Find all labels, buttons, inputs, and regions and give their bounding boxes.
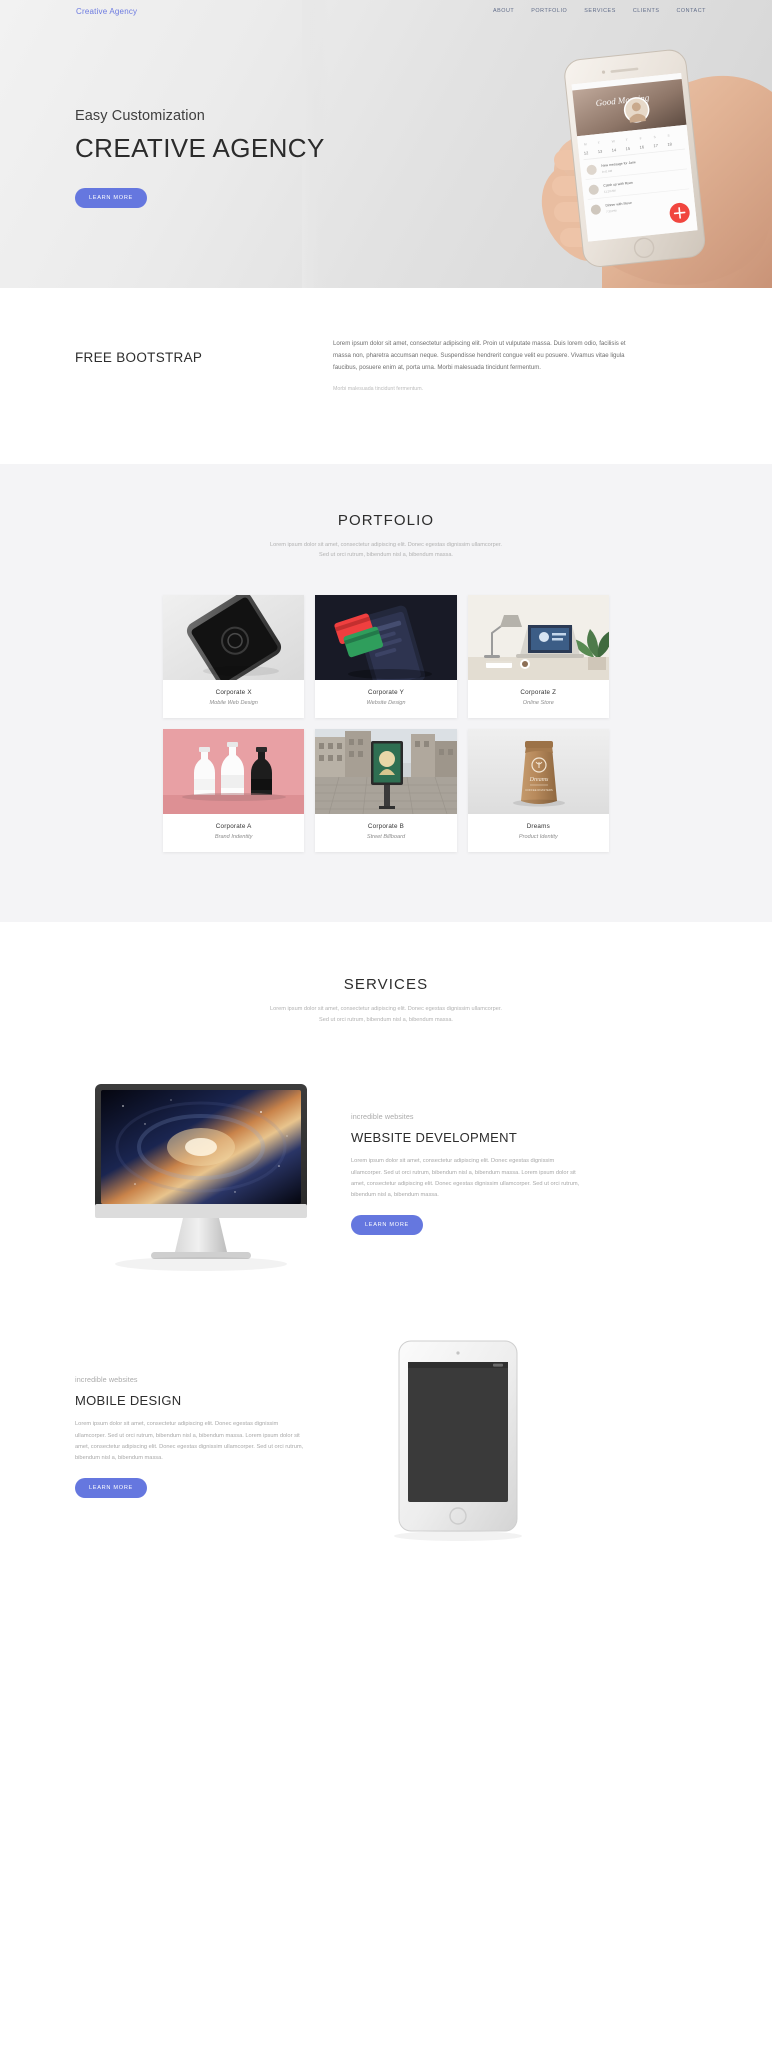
- portfolio-card[interactable]: Corporate Y Website Design: [315, 595, 457, 719]
- portfolio-card[interactable]: Corporate X Mobile Web Design: [163, 595, 305, 719]
- hero-hand-phone-illustration: Good Morning MT WT FS S 12 13 14 15 16 17: [302, 0, 772, 288]
- nav-link-clients[interactable]: CLIENTS: [633, 8, 660, 14]
- portfolio-card-image: [467, 595, 609, 681]
- portfolio-card-image: Dreams COFFEE ROASTERS: [467, 729, 609, 815]
- imac-illustration: [75, 1066, 325, 1281]
- svg-text:Dreams: Dreams: [528, 777, 548, 783]
- service-learn-more-button[interactable]: LEARN MORE: [351, 1214, 423, 1235]
- svg-text:W: W: [612, 139, 615, 143]
- svg-text:S: S: [667, 134, 670, 138]
- portfolio-card-title: Corporate Z: [520, 689, 557, 697]
- brand-logo[interactable]: Creative Agency: [76, 7, 137, 16]
- portfolio-card-image: [163, 595, 305, 681]
- nav-link-portfolio[interactable]: PORTFOLIO: [531, 8, 567, 14]
- svg-text:S: S: [653, 135, 656, 139]
- service-title: WEBSITE DEVELOPMENT: [351, 1130, 518, 1146]
- portfolio-card[interactable]: Corporate B Street Billboard: [315, 729, 457, 853]
- portfolio-section: PORTFOLIO Lorem ipsum dolor sit amet, co…: [0, 463, 772, 923]
- services-header: SERVICES Lorem ipsum dolor sit amet, con…: [0, 976, 772, 1026]
- service-body: Lorem ipsum dolor sit amet, consectetur …: [351, 1158, 580, 1198]
- tablet-illustration: [333, 1329, 583, 1544]
- hero-title: CREATIVE AGENCY: [75, 133, 325, 163]
- portfolio-card[interactable]: Corporate Z Online Store: [467, 595, 609, 719]
- portfolio-card-category: Street Billboard: [366, 834, 406, 841]
- portfolio-card-category: Online Store: [522, 700, 554, 707]
- portfolio-subtitle: Lorem ipsum dolor sit amet, consectetur …: [0, 540, 772, 562]
- portfolio-card-title: Corporate X: [215, 689, 252, 697]
- hero-subtitle: Easy Customization: [75, 108, 205, 124]
- portfolio-card-title: Corporate A: [215, 823, 252, 831]
- portfolio-card-title: Corporate B: [367, 823, 405, 831]
- portfolio-card-image: [163, 729, 305, 815]
- portfolio-card-caption: Dreams Product Identity: [468, 814, 609, 852]
- portfolio-card-image: [315, 729, 457, 815]
- intro-section: FREE BOOTSTRAP Lorem ipsum dolor sit ame…: [0, 288, 772, 464]
- intro-text-column: Lorem ipsum dolor sit amet, consectetur …: [333, 338, 633, 392]
- portfolio-card-caption: Corporate Z Online Store: [468, 680, 609, 718]
- portfolio-card-category: Mobile Web Design: [209, 700, 258, 707]
- portfolio-card-category: Brand Indentity: [214, 834, 253, 841]
- services-subtitle: Lorem ipsum dolor sit amet, consectetur …: [0, 1004, 772, 1026]
- portfolio-card-title: Corporate Y: [367, 689, 405, 697]
- portfolio-card-title: Dreams: [526, 823, 550, 831]
- service-kicker: incredible websites: [75, 1375, 138, 1385]
- service-text-mobile-design: incredible websites MOBILE DESIGN Lorem …: [75, 1375, 307, 1498]
- hero-learn-more-button[interactable]: LEARN MORE: [75, 188, 147, 208]
- portfolio-card-category: Product Identity: [518, 834, 558, 841]
- service-text-website-development: incredible websites WEBSITE DEVELOPMENT …: [351, 1112, 583, 1235]
- portfolio-card-caption: Corporate Y Website Design: [315, 680, 456, 718]
- portfolio-grid: Corporate X Mobile Web Design Corporate …: [163, 595, 609, 853]
- services-subtitle-line2: Sed ut orci rutrum, bibendum nisl a, bib…: [318, 1017, 453, 1024]
- nav-link-contact[interactable]: CONTACT: [676, 8, 706, 14]
- portfolio-card-caption: Corporate B Street Billboard: [315, 814, 456, 852]
- intro-note-text: Morbi malesuada tincidunt fermentum.: [333, 385, 424, 392]
- hero-copy: Easy Customization CREATIVE AGENCY LEARN…: [75, 108, 325, 208]
- portfolio-card[interactable]: Dreams COFFEE ROASTERS Dreams Product Id…: [467, 729, 609, 853]
- svg-text:COFFEE ROASTERS: COFFEE ROASTERS: [525, 788, 553, 792]
- service-title: MOBILE DESIGN: [75, 1393, 182, 1409]
- portfolio-subtitle-line1: Lorem ipsum dolor sit amet, consectetur …: [270, 541, 502, 548]
- services-title: SERVICES: [343, 976, 429, 994]
- portfolio-header: PORTFOLIO Lorem ipsum dolor sit amet, co…: [0, 512, 772, 562]
- portfolio-card-caption: Corporate A Brand Indentity: [163, 814, 304, 852]
- navbar: Creative Agency ABOUT PORTFOLIO SERVICES…: [0, 0, 772, 22]
- portfolio-card-category: Website Design: [366, 700, 406, 707]
- main-navigation: ABOUT PORTFOLIO SERVICES CLIENTS CONTACT: [493, 8, 706, 14]
- service-row-website-development: incredible websites WEBSITE DEVELOPMENT …: [0, 1026, 772, 1281]
- intro-body-text: Lorem ipsum dolor sit amet, consectetur …: [333, 340, 626, 372]
- services-subtitle-line1: Lorem ipsum dolor sit amet, consectetur …: [270, 1006, 502, 1013]
- nav-link-services[interactable]: SERVICES: [584, 8, 616, 14]
- service-body: Lorem ipsum dolor sit amet, consectetur …: [75, 1421, 304, 1461]
- service-kicker: incredible websites: [351, 1112, 414, 1122]
- portfolio-title: PORTFOLIO: [337, 511, 435, 529]
- service-learn-more-button[interactable]: LEARN MORE: [75, 1477, 147, 1498]
- intro-title: FREE BOOTSTRAP: [75, 350, 203, 365]
- nav-link-about[interactable]: ABOUT: [493, 8, 514, 14]
- portfolio-card-caption: Corporate X Mobile Web Design: [163, 680, 304, 718]
- hero-section: Good Morning MT WT FS S 12 13 14 15 16 17: [0, 0, 772, 288]
- portfolio-card[interactable]: Corporate A Brand Indentity: [163, 729, 305, 853]
- portfolio-subtitle-line2: Sed ut orci rutrum, bibendum nisl a, bib…: [318, 552, 453, 559]
- service-row-mobile-design: incredible websites MOBILE DESIGN Lorem …: [0, 1281, 772, 1584]
- portfolio-card-image: [315, 595, 457, 681]
- services-section: SERVICES Lorem ipsum dolor sit amet, con…: [0, 922, 772, 1585]
- intro-heading-column: FREE BOOTSTRAP: [75, 338, 307, 392]
